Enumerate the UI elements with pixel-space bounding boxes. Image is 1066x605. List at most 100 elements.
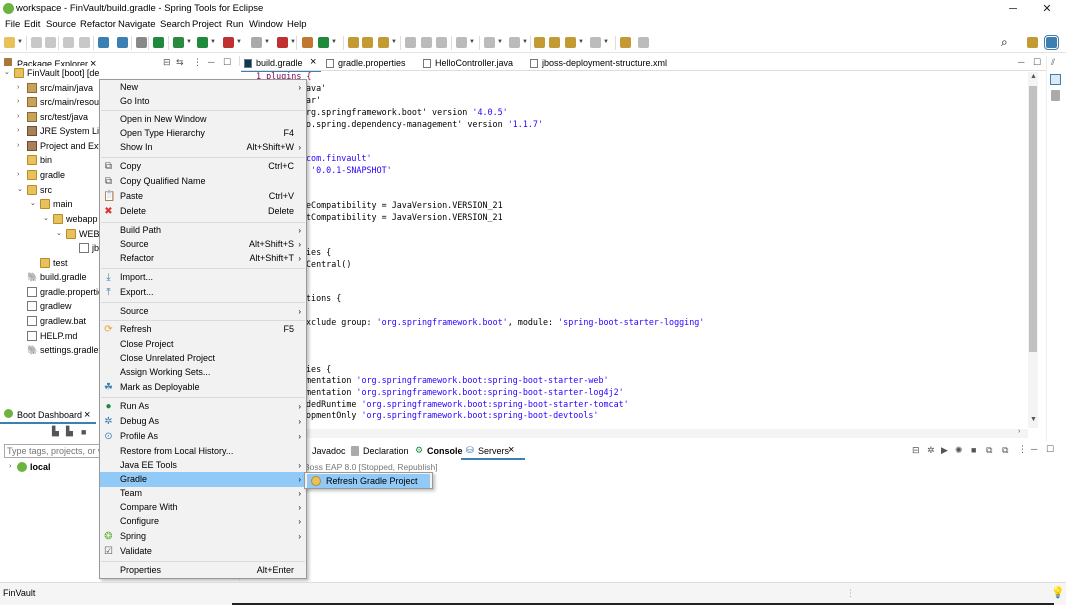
chevron-down-icon[interactable]: ⌄	[30, 197, 36, 211]
menu-item-refresh[interactable]: ⟳ Refresh F5	[100, 322, 306, 337]
navigate-forward-dropdown-icon[interactable]: ▼	[603, 39, 609, 45]
save-all-icon[interactable]	[45, 37, 56, 48]
server-row[interactable]: Boss EAP 8.0 [Stopped, Republish]	[304, 462, 438, 472]
menu-navigate[interactable]: Navigate	[118, 19, 156, 30]
tab-javadoc[interactable]: Javadoc	[312, 446, 346, 456]
menu-item-copy[interactable]: ⧉ Copy Ctrl+C	[100, 159, 306, 174]
horizontal-scrollbar[interactable]	[241, 429, 1028, 438]
menu-item-open-in-new-window[interactable]: Open in New Window	[100, 112, 306, 127]
stop-server-icon[interactable]: ■	[971, 445, 976, 455]
new-java-project-icon[interactable]	[302, 37, 313, 48]
editor-tab-hellocontroller-java[interactable]: HelloController.java	[423, 56, 527, 70]
navigate-forward-icon[interactable]	[590, 37, 601, 48]
chevron-down-icon[interactable]: ⌄	[43, 212, 49, 226]
refresh-gradle-project-item[interactable]: Refresh Gradle Project	[307, 474, 430, 488]
open-task-icon[interactable]	[362, 37, 373, 48]
last-edit-icon[interactable]	[509, 37, 520, 48]
chevron-right-icon[interactable]: ›	[17, 110, 19, 124]
menu-item-delete[interactable]: ✖ Delete Delete	[100, 204, 306, 219]
menu-item-close-unrelated-project[interactable]: Close Unrelated Project	[100, 351, 306, 366]
next-annotation-icon[interactable]	[405, 37, 416, 48]
new-icon[interactable]	[4, 37, 15, 48]
start-icon[interactable]: ▙	[52, 426, 59, 437]
menu-item-assign-working-sets[interactable]: Assign Working Sets...	[100, 365, 306, 380]
menu-item-team[interactable]: Team ›	[100, 486, 306, 501]
minimize-panel-icon[interactable]: ─	[1031, 444, 1037, 454]
spring-boot-icon[interactable]	[153, 37, 164, 48]
collapse-icon[interactable]: ⊟	[912, 445, 920, 456]
tab-declaration[interactable]: Declaration	[363, 446, 409, 456]
prev-annotation-icon[interactable]	[421, 37, 432, 48]
menu-item-configure[interactable]: Configure ›	[100, 514, 306, 529]
debug-icon[interactable]	[173, 37, 184, 48]
close-tab-icon[interactable]: ×	[310, 56, 316, 69]
chevron-right-icon[interactable]: ›	[17, 168, 19, 182]
publish-icon[interactable]: ⧉	[986, 445, 992, 456]
perspective-java-icon[interactable]	[1027, 37, 1038, 48]
search-2-dropdown-icon[interactable]: ▼	[391, 39, 397, 45]
menu-help[interactable]: Help	[287, 19, 307, 30]
debug-start-icon[interactable]: ▙	[66, 426, 73, 437]
skip-breakpoints-icon[interactable]	[136, 37, 147, 48]
tree-item-finvault-boot-de[interactable]: ⌄ FinVault [boot] [de	[0, 66, 240, 80]
perspective-spring-icon[interactable]	[1044, 35, 1059, 50]
last-edit-dropdown-icon[interactable]: ▼	[522, 39, 528, 45]
menu-item-validate[interactable]: ☑ Validate	[100, 544, 306, 559]
tasks-icon[interactable]	[1051, 90, 1060, 101]
editor-tab-build-gradle[interactable]: build.gradle ×	[241, 56, 324, 72]
menu-item-restore-from-local-history[interactable]: Restore from Local History...	[100, 444, 306, 459]
menu-run[interactable]: Run	[226, 19, 243, 30]
maximize-button[interactable]	[997, 0, 1031, 18]
menu-item-paste[interactable]: 📋 Paste Ctrl+V	[100, 189, 306, 204]
server-icon[interactable]	[277, 37, 288, 48]
open-console-icon[interactable]	[117, 37, 128, 48]
search-icon[interactable]: ⌕	[1001, 36, 1012, 48]
tab-boot-dashboard[interactable]: Boot Dashboard	[13, 408, 82, 422]
clean-icon[interactable]: ⧉	[1002, 445, 1008, 456]
menu-item-import[interactable]: ⤓ Import...	[100, 270, 306, 285]
boot-dashboard-filter-input[interactable]	[4, 444, 100, 458]
menu-item-run-as[interactable]: ● Run As ›	[100, 399, 306, 414]
menu-item-export[interactable]: ⤒ Export...	[100, 285, 306, 300]
close-servers-icon[interactable]: ×	[508, 444, 514, 456]
back-icon[interactable]	[534, 37, 545, 48]
menu-item-refactor[interactable]: Refactor Alt+Shift+T ›	[100, 251, 306, 266]
chevron-down-icon[interactable]: ⌄	[17, 183, 23, 197]
new-dropdown-icon[interactable]: ▼	[17, 39, 23, 45]
scroll-down-icon[interactable]: ▼	[1030, 416, 1037, 423]
tab-servers[interactable]: Servers	[478, 446, 509, 456]
menu-project[interactable]: Project	[192, 19, 222, 30]
menu-search[interactable]: Search	[160, 19, 190, 30]
local-label[interactable]: local	[30, 462, 51, 472]
next-edit-dropdown-icon[interactable]: ▼	[497, 39, 503, 45]
view-menu-icon[interactable]: ⫽	[1051, 57, 1055, 68]
chevron-down-icon[interactable]: ⌄	[4, 66, 10, 80]
close-boot-dashboard-icon[interactable]: ×	[80, 408, 90, 422]
tip-lightbulb-icon[interactable]: 💡	[1051, 586, 1065, 599]
editor-maximize-icon[interactable]: ☐	[1033, 57, 1041, 68]
toggle-mark-icon[interactable]	[436, 37, 447, 48]
menu-item-go-into[interactable]: Go Into	[100, 94, 306, 109]
navigate-back-icon[interactable]	[565, 37, 576, 48]
run-icon[interactable]	[197, 37, 208, 48]
debug-dropdown-icon[interactable]: ▼	[186, 39, 192, 45]
close-window-button[interactable]: ✕	[1030, 0, 1064, 18]
stop-icon[interactable]: ■	[81, 427, 86, 437]
external-tools-icon[interactable]	[620, 37, 631, 48]
start-server-icon[interactable]: ▶	[941, 445, 948, 456]
new-package-dropdown-icon[interactable]: ▼	[331, 39, 337, 45]
chevron-right-icon[interactable]: ›	[17, 124, 19, 138]
menu-source[interactable]: Source	[46, 19, 76, 30]
outline-icon[interactable]	[1050, 74, 1061, 85]
maximize-panel-icon[interactable]: ☐	[1046, 444, 1054, 455]
expand-local-icon[interactable]: ›	[9, 463, 11, 470]
terminal-icon[interactable]	[98, 37, 109, 48]
menu-item-java-ee-tools[interactable]: Java EE Tools ›	[100, 458, 306, 473]
pin-dropdown-icon[interactable]: ▼	[469, 39, 475, 45]
save-icon[interactable]	[31, 37, 42, 48]
menu-item-gradle[interactable]: Gradle ›	[100, 472, 306, 487]
undo-icon[interactable]	[63, 37, 74, 48]
navigate-back-dropdown-icon[interactable]: ▼	[578, 39, 584, 45]
forward-icon[interactable]	[549, 37, 560, 48]
new-package-icon[interactable]	[318, 37, 329, 48]
